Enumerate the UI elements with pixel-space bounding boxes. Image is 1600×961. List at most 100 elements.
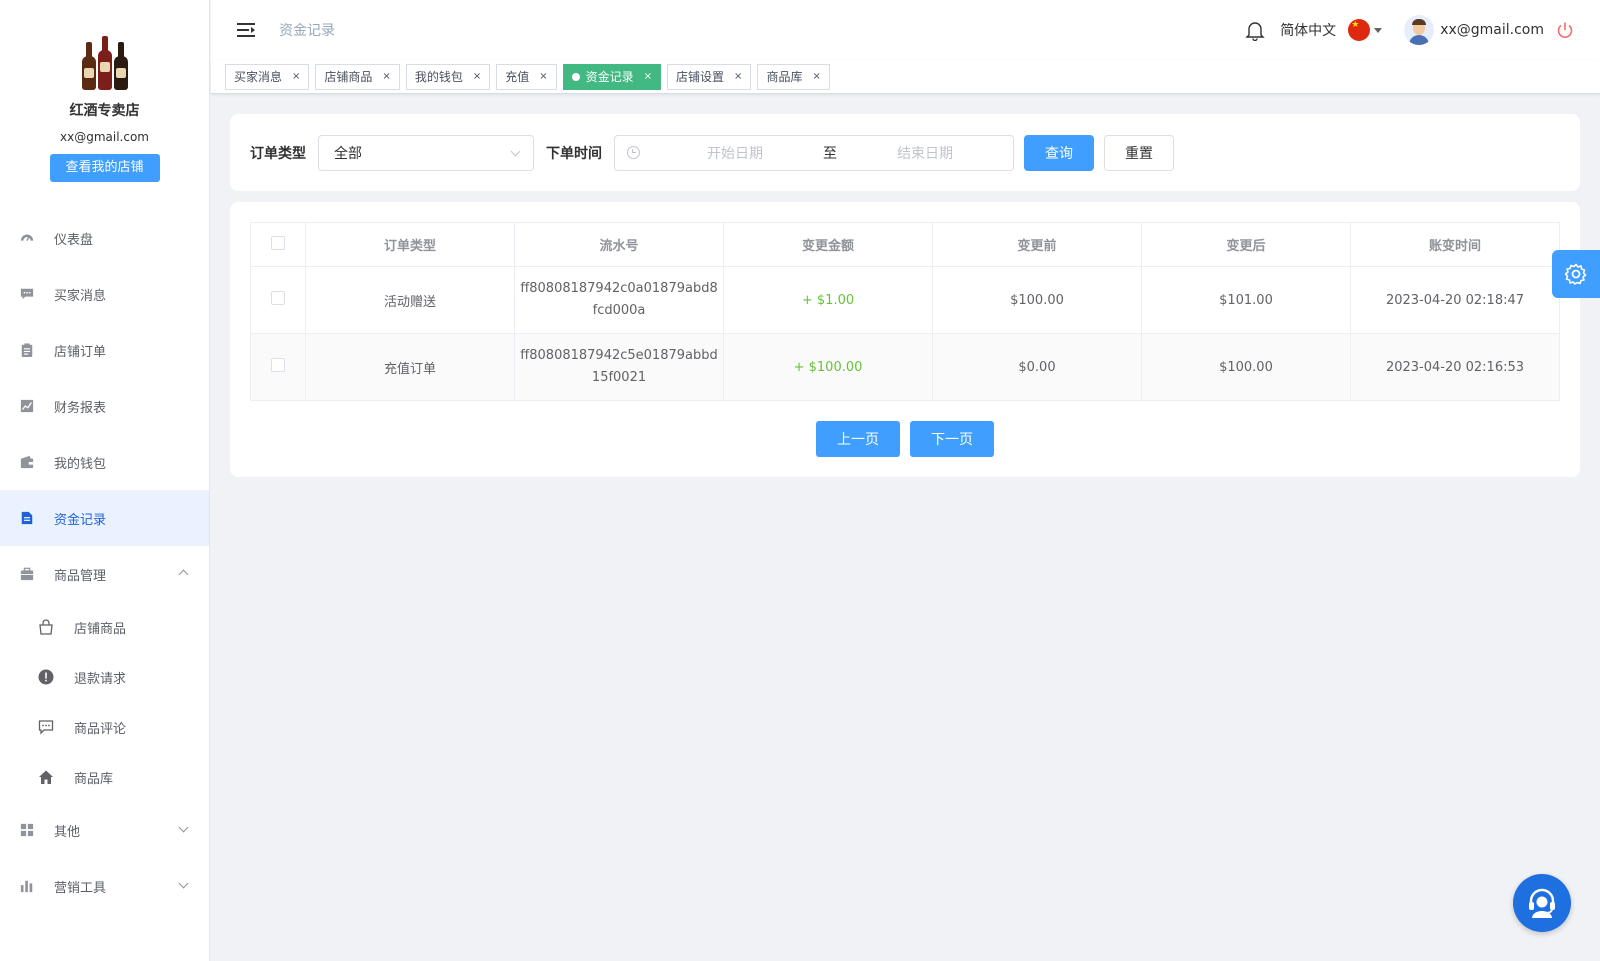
shop-profile: 红酒专卖店 xx@gmail.com 查看我的店铺 bbox=[0, 0, 209, 210]
briefcase-icon bbox=[20, 567, 34, 581]
prev-page-button[interactable]: 上一页 bbox=[816, 421, 900, 457]
tab-recharge[interactable]: 充值 × bbox=[496, 63, 557, 90]
select-all-cell bbox=[249, 222, 307, 267]
sidebar-menu: 仪表盘 买家消息 店铺订单 财务报表 我的钱包 资金记录 商品管理 店铺商品 退… bbox=[0, 210, 209, 914]
tab-label: 我的钱包 bbox=[414, 69, 463, 84]
start-date-input[interactable]: 开始日期 bbox=[660, 143, 810, 163]
column-header: 变更前 bbox=[932, 222, 1142, 267]
end-date-input[interactable]: 结束日期 bbox=[850, 143, 1000, 163]
bell-icon[interactable] bbox=[1244, 19, 1266, 41]
tab-label: 买家消息 bbox=[234, 69, 283, 84]
tab-store-settings[interactable]: 店铺设置 × bbox=[667, 63, 752, 90]
settings-panel-toggle[interactable] bbox=[1552, 250, 1600, 298]
sidebar-item-label: 财务报表 bbox=[54, 400, 107, 416]
before-cell: $100.00 bbox=[932, 266, 1142, 334]
row-checkbox[interactable] bbox=[271, 358, 286, 372]
sidebar-item-label: 店铺订单 bbox=[54, 344, 107, 360]
wallet-icon bbox=[20, 455, 34, 469]
after-cell: $100.00 bbox=[1140, 333, 1351, 401]
order-type-label: 订单类型 bbox=[250, 145, 306, 162]
menu-toggle-icon[interactable] bbox=[237, 22, 255, 38]
tab-product-library[interactable]: 商品库 × bbox=[757, 63, 830, 90]
close-icon[interactable]: × bbox=[812, 65, 820, 89]
amount-cell: + $1.00 bbox=[723, 266, 933, 334]
close-icon[interactable]: × bbox=[382, 65, 390, 89]
tab-fund-records[interactable]: 资金记录 × bbox=[562, 63, 662, 90]
sidebar-item-label: 商品管理 bbox=[54, 568, 107, 584]
top-header: 资金记录 简体中文 xx@gmail.com bbox=[211, 0, 1600, 60]
time-cell: 2023-04-20 02:18:47 bbox=[1349, 266, 1561, 334]
tab-buyer-messages[interactable]: 买家消息 × bbox=[225, 63, 310, 90]
column-header: 订单类型 bbox=[305, 222, 516, 267]
column-header: 变更后 bbox=[1140, 222, 1351, 267]
sidebar-item-marketing-tools[interactable]: 营销工具 bbox=[0, 858, 209, 914]
customer-support-button[interactable] bbox=[1513, 874, 1571, 932]
sidebar-item-store-orders[interactable]: 店铺订单 bbox=[0, 322, 209, 378]
order-type-select[interactable]: 全部 bbox=[318, 134, 534, 171]
chevron-down-icon bbox=[178, 822, 189, 833]
breadcrumb[interactable]: 资金记录 bbox=[279, 20, 335, 40]
row-checkbox[interactable] bbox=[271, 291, 286, 305]
sidebar-item-my-wallet[interactable]: 我的钱包 bbox=[0, 434, 209, 490]
order-time-label: 下单时间 bbox=[546, 145, 602, 162]
headset-icon bbox=[1529, 888, 1555, 918]
sidebar: 红酒专卖店 xx@gmail.com 查看我的店铺 仪表盘 买家消息 店铺订单 … bbox=[0, 0, 210, 961]
tab-label: 资金记录 bbox=[585, 69, 634, 84]
document-icon bbox=[21, 511, 33, 525]
tab-store-products[interactable]: 店铺商品 × bbox=[315, 63, 400, 90]
avatar[interactable] bbox=[1404, 15, 1435, 45]
sidebar-item-label: 我的钱包 bbox=[54, 456, 107, 472]
query-button[interactable]: 查询 bbox=[1024, 134, 1094, 171]
table-row: 充值订单 ff80808187942c5e01879abbd 15f0021 + … bbox=[249, 333, 1561, 401]
chevron-up-icon bbox=[178, 569, 189, 580]
order-type-value: 全部 bbox=[334, 145, 362, 162]
close-icon[interactable]: × bbox=[734, 65, 742, 89]
sidebar-item-label: 店铺商品 bbox=[74, 621, 127, 637]
sidebar-item-label: 其他 bbox=[54, 824, 81, 840]
order-type-cell: 充值订单 bbox=[305, 333, 516, 401]
user-email[interactable]: xx@gmail.com bbox=[1440, 22, 1544, 38]
sidebar-item-buyer-messages[interactable]: 买家消息 bbox=[0, 266, 209, 322]
next-page-button[interactable]: 下一页 bbox=[910, 421, 994, 457]
sidebar-item-dashboard[interactable]: 仪表盘 bbox=[0, 210, 209, 266]
tab-label: 充值 bbox=[505, 69, 530, 84]
tab-my-wallet[interactable]: 我的钱包 × bbox=[405, 63, 491, 90]
serial-line: 15f0021 bbox=[591, 370, 647, 385]
caret-down-icon[interactable] bbox=[1374, 27, 1383, 33]
sidebar-item-financial-reports[interactable]: 财务报表 bbox=[0, 378, 209, 434]
sidebar-item-product-management[interactable]: 商品管理 bbox=[0, 546, 209, 602]
close-icon[interactable]: × bbox=[539, 65, 547, 89]
china-flag-icon[interactable] bbox=[1348, 19, 1371, 41]
tags-view: 买家消息 × 店铺商品 × 我的钱包 × 充值 × 资金记录 × 店铺设置 × 商品库 × bbox=[211, 60, 1600, 94]
sidebar-item-others[interactable]: 其他 bbox=[0, 802, 209, 858]
sidebar-item-label: 营销工具 bbox=[54, 880, 107, 896]
sidebar-item-label: 商品评论 bbox=[74, 721, 127, 737]
after-cell: $101.00 bbox=[1140, 266, 1351, 334]
tab-label: 店铺设置 bbox=[676, 69, 725, 84]
sidebar-item-fund-records[interactable]: 资金记录 bbox=[0, 490, 209, 546]
reset-button[interactable]: 重置 bbox=[1104, 134, 1174, 171]
sidebar-item-refund-requests[interactable]: 退款请求 bbox=[0, 652, 209, 702]
date-range-picker[interactable]: 开始日期 至 结束日期 bbox=[614, 134, 1014, 171]
shop-logo bbox=[78, 30, 132, 90]
header-actions: 简体中文 xx@gmail.com bbox=[1244, 0, 1574, 60]
column-header: 变更金额 bbox=[723, 222, 933, 267]
close-icon[interactable]: × bbox=[644, 65, 652, 89]
language-selector[interactable]: 简体中文 bbox=[1280, 20, 1336, 40]
close-icon[interactable]: × bbox=[292, 65, 300, 89]
active-dot-icon bbox=[571, 72, 580, 81]
close-icon[interactable]: × bbox=[473, 65, 481, 89]
home-icon bbox=[39, 770, 53, 784]
sidebar-item-label: 商品库 bbox=[74, 771, 114, 787]
sidebar-item-product-reviews[interactable]: 商品评论 bbox=[0, 702, 209, 752]
view-my-shop-button[interactable]: 查看我的店铺 bbox=[49, 154, 160, 182]
grid-icon bbox=[20, 823, 34, 837]
column-header: 账变时间 bbox=[1349, 222, 1561, 267]
chat-icon bbox=[20, 288, 34, 300]
sidebar-item-store-products[interactable]: 店铺商品 bbox=[0, 602, 209, 652]
power-icon[interactable] bbox=[1556, 21, 1574, 39]
sidebar-item-product-library[interactable]: 商品库 bbox=[0, 752, 209, 802]
pagination: 上一页 下一页 bbox=[230, 421, 1580, 457]
select-all-checkbox[interactable] bbox=[271, 235, 286, 250]
range-separator: 至 bbox=[823, 145, 837, 162]
